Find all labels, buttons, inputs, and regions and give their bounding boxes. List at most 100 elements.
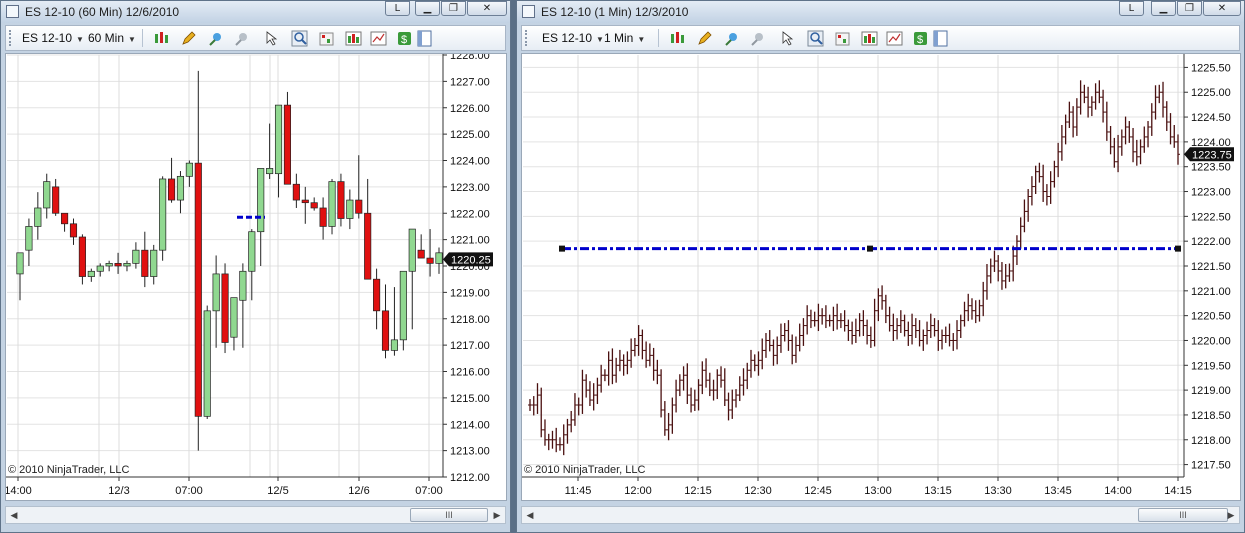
close-button[interactable]: ✕	[467, 1, 507, 16]
ohlc-bar	[576, 397, 581, 416]
horizontal-scrollbar[interactable]: ◀ III ▶	[521, 506, 1240, 524]
ohlc-bar	[647, 343, 652, 367]
pencil-icon[interactable]	[696, 30, 713, 47]
zoom-out-icon[interactable]	[750, 30, 767, 47]
ohlc-bar	[969, 298, 974, 320]
candle-body	[141, 249, 149, 277]
interval-selector[interactable]: 1 Min ▼	[604, 31, 645, 45]
y-tick-label: 1223.00	[1191, 187, 1231, 199]
chart-icon[interactable]	[886, 30, 903, 47]
pencil-icon[interactable]	[180, 30, 197, 47]
candle-body	[194, 162, 202, 417]
pointer-icon[interactable]	[264, 30, 281, 47]
price-chart[interactable]: 1225.50 1225.00 1224.50 1224.00 1223.50 1223.…	[521, 53, 1241, 501]
horizontal-scrollbar[interactable]: ◀ III ▶	[5, 506, 506, 524]
ohlc-bar	[602, 369, 607, 382]
ohlc-bar	[778, 323, 783, 353]
chart-icon[interactable]	[370, 30, 387, 47]
ohlc-bar	[745, 362, 750, 390]
candle-body	[390, 339, 398, 351]
ohlc-bar	[689, 387, 694, 413]
chart-window-60min[interactable]: ES 12-10 (60 Min) 12/6/2010 L ▁ ❐ ✕ ES 1…	[0, 0, 511, 533]
ohlc-bar	[940, 329, 945, 350]
y-tick-label: 1225.00	[1191, 87, 1231, 99]
price-chart[interactable]: 1228.00 1227.00 1226.00 1225.00 1224.00 1223.…	[5, 53, 507, 501]
zoom-in-icon[interactable]	[208, 30, 225, 47]
ohlc-bar	[1119, 129, 1124, 156]
ohlc-bar	[981, 281, 986, 317]
ohlc-bar	[928, 313, 933, 338]
ohlc-bar	[996, 255, 1001, 282]
magnifier-icon[interactable]	[807, 30, 824, 47]
strategy-icon[interactable]	[834, 30, 851, 47]
scroll-right-arrow-icon[interactable]: ▶	[489, 507, 505, 523]
x-tick-label: 13:15	[924, 485, 952, 497]
close-button[interactable]: ✕	[1203, 1, 1241, 16]
ohlc-bar	[1011, 245, 1016, 282]
zoom-in-icon[interactable]	[724, 30, 741, 47]
y-tick-label: 1214.00	[450, 419, 490, 431]
minimize-button[interactable]: ▁	[415, 1, 440, 16]
ohlc-bar	[535, 383, 540, 414]
candle-body	[355, 199, 363, 214]
candle-body	[150, 249, 158, 277]
bars-icon[interactable]	[345, 30, 362, 47]
ohlc-bar	[1093, 83, 1098, 110]
candle-body	[248, 231, 256, 272]
magnifier-icon[interactable]	[291, 30, 308, 47]
maximize-button[interactable]: ❐	[441, 1, 466, 16]
scroll-right-arrow-icon[interactable]: ▶	[1223, 507, 1239, 523]
title-bar[interactable]: ES 12-10 (60 Min) 12/6/2010 L ▁ ❐ ✕	[1, 1, 510, 23]
y-tick-label: 1217.00	[450, 340, 490, 352]
instrument-label: ES 12-10	[542, 31, 593, 45]
line-anchor-handle[interactable]	[1175, 245, 1181, 252]
last-price-label: 1223.75	[1192, 149, 1232, 161]
ohlc-bar	[808, 309, 813, 329]
candle-body	[159, 178, 167, 251]
instrument-selector[interactable]: ES 12-10 ▼	[542, 31, 604, 45]
line-anchor-handle[interactable]	[867, 245, 873, 252]
candlestick-icon[interactable]	[669, 30, 686, 47]
ohlc-bar	[1052, 160, 1057, 188]
link-button[interactable]: L	[1119, 1, 1144, 16]
pointer-icon[interactable]	[780, 30, 797, 47]
toolbar-separator	[142, 29, 143, 47]
scroll-thumb[interactable]: III	[410, 508, 488, 522]
minimize-button[interactable]: ▁	[1151, 1, 1176, 16]
candle-body	[292, 183, 300, 201]
line-anchor-handle[interactable]	[559, 245, 565, 252]
ohlc-bar	[872, 298, 877, 347]
maximize-button[interactable]: ❐	[1177, 1, 1202, 16]
ohlc-bar	[644, 341, 649, 368]
x-tick-label: 11:45	[565, 485, 592, 497]
ohlc-bar	[550, 430, 555, 449]
ohlc-bar	[932, 318, 937, 337]
ohlc-bar	[984, 264, 989, 300]
scroll-left-arrow-icon[interactable]: ◀	[6, 507, 22, 523]
toolbar-grip[interactable]	[525, 30, 528, 46]
zoom-out-icon[interactable]	[234, 30, 251, 47]
properties-icon[interactable]	[932, 30, 949, 47]
dollar-icon[interactable]: $	[912, 30, 929, 47]
chevron-down-icon: ▼	[128, 35, 136, 44]
chart-svg: 1225.501225.001224.501224.001223.501223.…	[522, 54, 1234, 497]
title-bar[interactable]: ES 12-10 (1 Min) 12/3/2010 L ▁ ❐ ✕	[517, 1, 1244, 23]
strategy-icon[interactable]	[318, 30, 335, 47]
ohlc-bar	[913, 318, 918, 338]
link-button[interactable]: L	[385, 1, 410, 16]
chart-window-1min[interactable]: ES 12-10 (1 Min) 12/3/2010 L ▁ ❐ ✕ ES 12…	[516, 0, 1245, 533]
ohlc-bar	[1108, 125, 1113, 155]
interval-selector[interactable]: 60 Min ▼	[88, 31, 136, 45]
dollar-icon[interactable]: $	[396, 30, 413, 47]
candlestick-icon[interactable]	[153, 30, 170, 47]
y-tick-label: 1217.50	[1191, 460, 1231, 472]
candle-body	[132, 249, 140, 264]
toolbar-grip[interactable]	[9, 30, 12, 46]
properties-icon[interactable]	[416, 30, 433, 47]
y-tick-label: 1223.00	[450, 182, 490, 194]
candle-body	[239, 270, 247, 301]
bars-icon[interactable]	[861, 30, 878, 47]
scroll-left-arrow-icon[interactable]: ◀	[522, 507, 538, 523]
scroll-thumb[interactable]: III	[1138, 508, 1228, 522]
instrument-selector[interactable]: ES 12-10 ▼	[22, 31, 84, 45]
